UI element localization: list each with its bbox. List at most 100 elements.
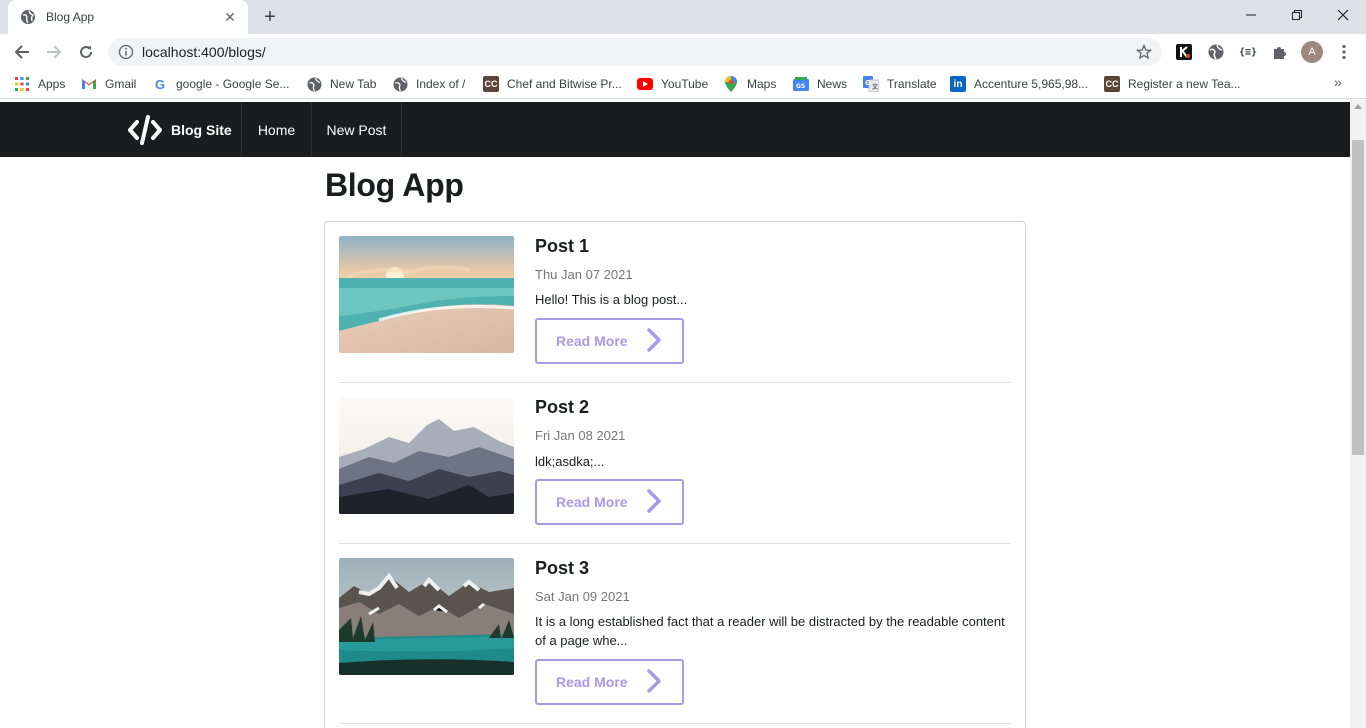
- bookmark-label: New Tab: [330, 77, 377, 91]
- post-item: Post 1 Thu Jan 07 2021 Hello! This is a …: [339, 236, 1011, 383]
- news-icon: GS: [793, 76, 809, 92]
- bookmark-apps[interactable]: Apps: [14, 75, 65, 93]
- bookmark-label: News: [817, 77, 848, 91]
- page-viewport: Blog Site Home New Post Blog App Post 1 …: [0, 100, 1350, 728]
- globe-icon: [392, 76, 408, 92]
- read-more-button[interactable]: Read More: [535, 318, 684, 364]
- forward-icon[interactable]: [42, 40, 66, 64]
- code-logo-icon: [127, 114, 163, 145]
- globe-icon: [306, 76, 322, 92]
- linkedin-icon: in: [950, 76, 966, 92]
- gmail-icon: [81, 76, 97, 92]
- bookmark-label: Apps: [38, 77, 66, 91]
- bookmark-label: Chef and Bitwise Pr...: [507, 77, 622, 91]
- bookmark-label: Accenture 5,965,98...: [974, 77, 1089, 91]
- extension-k-icon[interactable]: [1174, 42, 1194, 62]
- globe-icon: [20, 9, 36, 25]
- post-thumbnail-beach[interactable]: [339, 236, 514, 353]
- bookmark-gmail[interactable]: Gmail: [81, 75, 136, 93]
- extension-json-icon[interactable]: {≡}: [1238, 42, 1258, 62]
- tab-title: Blog App: [46, 10, 95, 24]
- post-title[interactable]: Post 1: [535, 236, 589, 257]
- bookmark-maps[interactable]: Maps: [723, 75, 776, 93]
- bookmark-google-search[interactable]: G google - Google Se...: [152, 75, 289, 93]
- restore-icon[interactable]: [1274, 0, 1320, 30]
- post-excerpt: Hello! This is a blog post...: [535, 292, 688, 307]
- brand-label: Blog Site: [171, 121, 232, 138]
- bookmark-label: Register a new Tea...: [1128, 77, 1241, 91]
- site-navbar: Blog Site Home New Post: [0, 102, 1350, 157]
- bookmark-codechef[interactable]: CC Chef and Bitwise Pr...: [483, 75, 622, 93]
- address-bar[interactable]: localhost:400/blogs/: [108, 38, 1162, 66]
- close-tab-icon[interactable]: ✕: [222, 9, 238, 25]
- extensions-puzzle-icon[interactable]: [1270, 42, 1290, 62]
- bookmark-label: Index of /: [416, 77, 466, 91]
- read-more-label: Read More: [556, 494, 628, 510]
- menu-kebab-icon[interactable]: [1334, 42, 1354, 62]
- codechef-icon: CC: [483, 76, 499, 92]
- post-item: Post 2 Fri Jan 08 2021 ldk;asdka;... Rea…: [339, 397, 1011, 544]
- post-thumbnail-lake[interactable]: [339, 558, 514, 675]
- minimize-icon[interactable]: [1228, 0, 1274, 30]
- url-text[interactable]: localhost:400/blogs/: [142, 44, 1134, 60]
- page-scrollbar[interactable]: [1350, 100, 1366, 728]
- bookmark-label: google - Google Se...: [176, 77, 290, 91]
- brand-link[interactable]: Blog Site: [111, 102, 242, 157]
- svg-text:G: G: [865, 79, 871, 87]
- post-title[interactable]: Post 2: [535, 397, 589, 418]
- nav-home-link[interactable]: Home: [242, 102, 312, 157]
- bookmark-register-team[interactable]: CC Register a new Tea...: [1104, 75, 1241, 93]
- apps-grid-icon: [14, 76, 30, 92]
- bookmark-accenture[interactable]: in Accenture 5,965,98...: [950, 75, 1088, 93]
- browser-toolbar: localhost:400/blogs/ {≡} A: [0, 34, 1366, 70]
- close-window-icon[interactable]: [1320, 0, 1366, 30]
- scroll-up-arrow-icon[interactable]: [1354, 104, 1362, 109]
- divider: [339, 382, 1011, 383]
- nav-new-post-link[interactable]: New Post: [312, 102, 402, 157]
- codechef-icon: CC: [1104, 76, 1120, 92]
- post-date: Thu Jan 07 2021: [535, 267, 633, 282]
- translate-icon: G文: [863, 76, 879, 92]
- post-excerpt: It is a long established fact that a rea…: [535, 614, 1005, 648]
- bookmark-news[interactable]: GS News: [793, 75, 847, 93]
- bookmark-label: Translate: [887, 77, 937, 91]
- post-title[interactable]: Post 3: [535, 558, 589, 579]
- bookmark-index-of[interactable]: Index of /: [392, 75, 465, 93]
- profile-avatar[interactable]: A: [1301, 41, 1323, 63]
- post-item: Post 3 Sat Jan 09 2021 It is a long esta…: [339, 558, 1011, 724]
- bookmark-star-icon[interactable]: [1134, 42, 1154, 62]
- post-excerpt: ldk;asdka;...: [535, 454, 605, 469]
- browser-tab[interactable]: Blog App ✕: [8, 0, 248, 34]
- tab-strip: Blog App ✕ +: [0, 0, 1366, 34]
- read-more-label: Read More: [556, 333, 628, 349]
- back-icon[interactable]: [10, 40, 34, 64]
- extension-globe-icon[interactable]: [1206, 42, 1226, 62]
- post-thumbnail-mountains[interactable]: [339, 397, 514, 514]
- chevron-right-icon: [646, 489, 662, 513]
- reload-icon[interactable]: [74, 40, 98, 64]
- read-more-button[interactable]: Read More: [535, 659, 684, 705]
- youtube-icon: [637, 76, 653, 92]
- svg-text:GS: GS: [796, 83, 805, 90]
- scrollbar-thumb[interactable]: [1352, 140, 1364, 455]
- bookmark-youtube[interactable]: YouTube: [637, 75, 708, 93]
- post-date: Fri Jan 08 2021: [535, 428, 626, 443]
- read-more-label: Read More: [556, 674, 628, 690]
- read-more-button[interactable]: Read More: [535, 479, 684, 525]
- new-tab-button[interactable]: +: [258, 6, 282, 28]
- page-title: Blog App: [325, 167, 464, 203]
- more-bookmarks-icon[interactable]: »: [1334, 74, 1342, 90]
- chevron-right-icon: [646, 669, 662, 693]
- chevron-right-icon: [646, 328, 662, 352]
- google-icon: G: [154, 76, 166, 92]
- svg-text:文: 文: [871, 83, 879, 91]
- bookmark-label: Maps: [747, 77, 777, 91]
- post-date: Sat Jan 09 2021: [535, 589, 630, 604]
- bookmarks-bar: Apps Gmail G google - Google Se... New T…: [0, 70, 1366, 99]
- info-icon[interactable]: [118, 44, 134, 60]
- bookmark-new-tab[interactable]: New Tab: [306, 75, 376, 93]
- bookmark-translate[interactable]: G文 Translate: [863, 75, 937, 93]
- bookmark-label: YouTube: [661, 77, 709, 91]
- maps-icon: [723, 76, 739, 92]
- posts-list: Post 1 Thu Jan 07 2021 Hello! This is a …: [324, 221, 1026, 728]
